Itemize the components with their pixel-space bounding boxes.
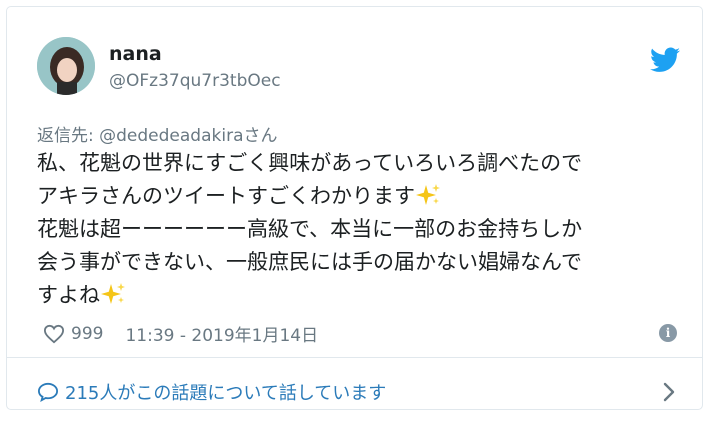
heart-icon[interactable] <box>43 324 65 344</box>
tweet-line-2: アキラさんのツイートすごくわかります <box>37 184 415 208</box>
display-name[interactable]: nana <box>109 43 162 65</box>
conversation-count-text: 215人がこの話題について話しています <box>65 383 387 404</box>
tweet-line-4: 会う事ができない、一般庶民には手の届かない娼婦なんで <box>37 250 582 274</box>
chevron-right-icon[interactable] <box>662 381 676 403</box>
tweet-meta: 999 11:39 - 2019年1月14日 <box>43 321 318 346</box>
embedded-tweet-card: nana @OFz37qu7r3tbOec 返信先: @dededeadakir… <box>6 6 703 410</box>
reply-to-suffix: さん <box>243 126 278 146</box>
sparkles-emoji-icon <box>101 283 125 304</box>
conversation-link[interactable]: 215人がこの話題について話しています <box>37 379 386 405</box>
info-icon[interactable]: i <box>659 324 677 342</box>
reply-to-line: 返信先: @dededeadakiraさん <box>37 121 278 146</box>
reply-to-prefix: 返信先: <box>37 126 100 146</box>
avatar[interactable] <box>37 37 95 95</box>
avatar-image <box>37 37 95 95</box>
tweet-text: 私、花魁の世界にすごく興味があっていろいろ調べたので アキラさんのツイートすごく… <box>37 147 687 312</box>
tweet-timestamp[interactable]: 11:39 - 2019年1月14日 <box>125 321 318 346</box>
tweet-line-5: すよね <box>37 283 100 307</box>
sparkles-emoji-icon <box>416 184 440 205</box>
tweet-line-3: 花魁は超ーーーーーー高級で、本当に一部のお金持ちしか <box>37 217 583 241</box>
reply-mention-link[interactable]: @dededeadakira <box>99 126 243 146</box>
tweet-line-1: 私、花魁の世界にすごく興味があっていろいろ調べたので <box>37 151 583 175</box>
user-handle[interactable]: @OFz37qu7r3tbOec <box>109 71 281 91</box>
divider <box>7 357 702 358</box>
like-count[interactable]: 999 <box>71 324 103 344</box>
speech-bubble-icon <box>37 382 59 402</box>
twitter-bird-icon[interactable] <box>650 47 680 73</box>
